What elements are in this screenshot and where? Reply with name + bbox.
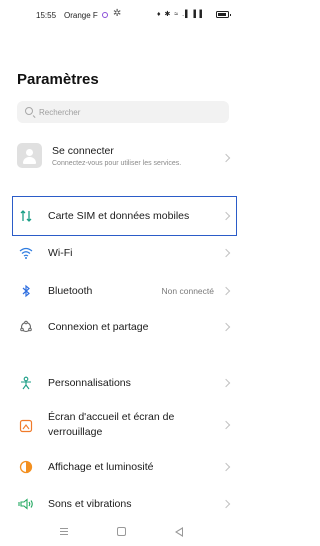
status-time: 15:55 [36,11,57,20]
home-lock-screen-icon [18,418,34,434]
chevron-right-icon [221,420,231,430]
chevron-right-icon [221,153,231,163]
connection-sharing-icon [18,319,34,335]
sound-vibration-icon [18,496,34,512]
sign-in-subtitle: Connectez-vous pour utiliser les service… [52,160,182,167]
navigation-bar [0,520,245,546]
settings-item-label: Connexion et partage [48,321,149,333]
notification-dot-icon [102,12,108,18]
settings-item-connection-sharing[interactable]: Connexion et partage [0,314,245,340]
brightness-status-icon: ✲ [113,8,122,19]
page-title: Paramètres [17,71,99,88]
settings-item-label: Bluetooth [48,285,93,297]
recent-apps-icon[interactable] [60,528,68,535]
settings-item-wifi[interactable]: Wi-Fi [0,240,245,266]
back-icon[interactable] [175,527,183,537]
status-bar: 15:55 Orange F ✲ ♦ ✱ ≈ .▌▐▐ [0,0,245,30]
settings-item-bluetooth[interactable]: Bluetooth Non connecté [0,278,245,304]
settings-item-display-brightness[interactable]: Affichage et luminosité [0,454,245,480]
chevron-right-icon [221,462,231,472]
settings-item-label: Sons et vibrations [48,498,132,510]
bluetooth-icon [18,283,34,299]
settings-item-label: Écran d'accueil et écran de verrouillage [48,411,175,438]
settings-item-label: Wi-Fi [48,247,73,259]
settings-item-personalization[interactable]: Personnalisations [0,370,245,396]
search-icon [25,107,33,115]
chevron-right-icon [221,499,231,509]
display-brightness-icon [18,459,34,475]
bluetooth-status: Non connecté [161,286,214,296]
chevron-right-icon [221,378,231,388]
chevron-right-icon [221,248,231,258]
home-icon[interactable] [117,527,126,536]
search-input[interactable] [39,101,219,123]
settings-item-label: Personnalisations [48,377,131,389]
search-bar[interactable] [17,101,229,123]
sim-data-icon [18,208,34,224]
settings-item-home-lock-screen[interactable]: Écran d'accueil et écran de verrouillage [0,410,245,442]
sign-in-title: Se connecter [52,145,114,157]
personalization-icon [18,375,34,391]
chevron-right-icon [221,286,231,296]
wifi-icon [18,245,34,261]
chevron-right-icon [221,322,231,332]
settings-item-label: Affichage et luminosité [48,461,154,473]
settings-item-label: Carte SIM et données mobiles [48,210,190,222]
battery-icon [216,11,231,18]
settings-item-sim[interactable]: Carte SIM et données mobiles [0,203,245,229]
sign-in-item[interactable]: Se connecter Connectez-vous pour utilise… [0,139,245,177]
settings-item-sound-vibration[interactable]: Sons et vibrations [0,491,245,517]
chevron-right-icon [221,211,231,221]
signal-wifi-status-icons: ♦ ✱ ≈ .▌▐▐ [157,11,203,18]
avatar [17,143,42,168]
status-carrier: Orange F [64,11,98,20]
